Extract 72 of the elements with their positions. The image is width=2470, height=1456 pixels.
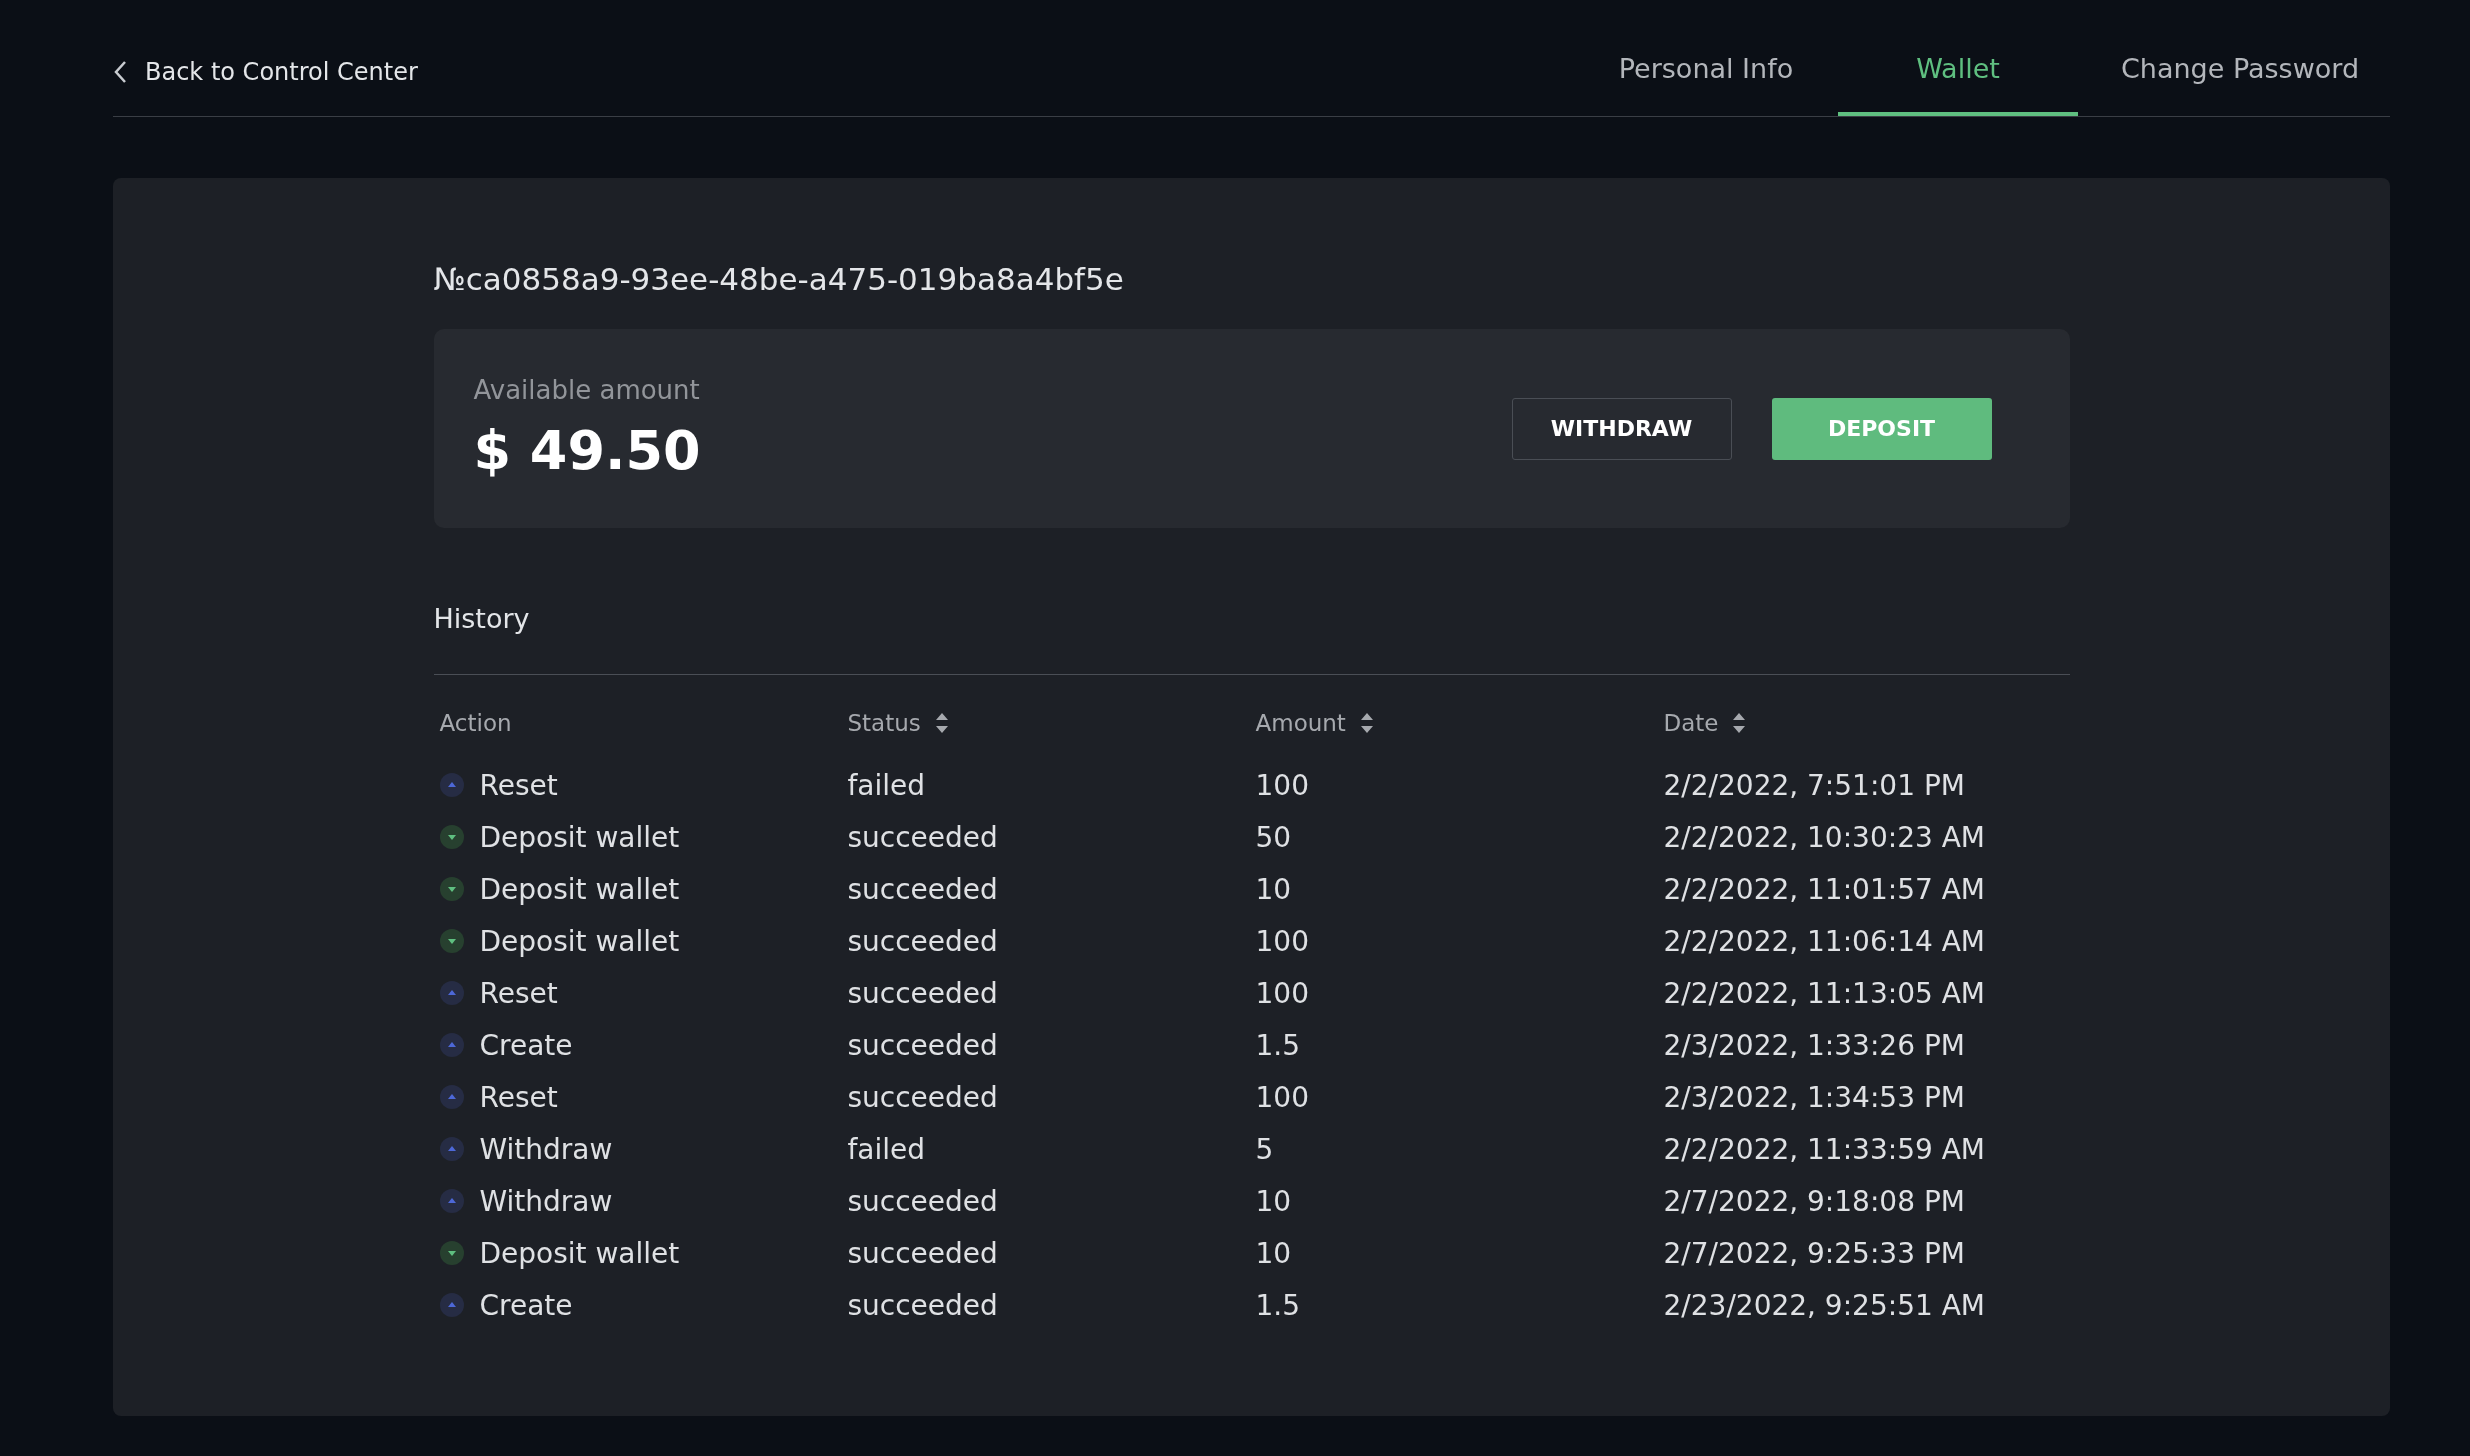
- history-title: History: [433, 603, 2070, 675]
- action-cell: Deposit wallet: [479, 820, 680, 854]
- tab[interactable]: Personal Info: [1586, 53, 1826, 116]
- arrow-down-icon: [439, 825, 464, 849]
- sort-icon[interactable]: [934, 711, 949, 735]
- arrow-up-icon: [439, 1293, 464, 1317]
- action-cell: Reset: [479, 1080, 558, 1114]
- status-cell: succeeded: [847, 1028, 998, 1062]
- arrow-down-icon: [439, 1241, 464, 1265]
- status-cell: succeeded: [847, 976, 998, 1010]
- wallet-id: №ca0858a9-93ee-48be-a475-019ba8a4bf5e: [433, 261, 1125, 297]
- date-cell: 2/7/2022, 9:25:33 PM: [1663, 1236, 1965, 1270]
- back-link[interactable]: Back to Control Center: [113, 58, 418, 116]
- column-header: Status: [847, 710, 921, 736]
- amount-cell: 10: [1255, 1236, 1292, 1270]
- arrow-up-icon: [439, 773, 464, 797]
- status-cell: succeeded: [847, 820, 998, 854]
- amount-cell: 100: [1255, 924, 1309, 958]
- balance-amount: $ 49.50: [473, 419, 701, 482]
- arrow-up-icon: [439, 1033, 464, 1057]
- date-cell: 2/2/2022, 11:13:05 AM: [1663, 976, 1986, 1010]
- arrow-down-icon: [439, 877, 464, 901]
- arrow-up-icon: [439, 981, 464, 1005]
- arrow-down-icon: [439, 929, 464, 953]
- date-cell: 2/2/2022, 7:51:01 PM: [1663, 768, 1965, 802]
- action-cell: Deposit wallet: [479, 872, 680, 906]
- tab[interactable]: Wallet: [1838, 53, 2078, 116]
- status-cell: succeeded: [847, 1080, 998, 1114]
- status-cell: failed: [847, 768, 926, 802]
- tab[interactable]: Change Password: [2090, 53, 2390, 116]
- status-cell: failed: [847, 1132, 926, 1166]
- column-header: Amount: [1255, 710, 1346, 736]
- balance-label: Available amount: [473, 375, 701, 405]
- action-cell: Deposit wallet: [479, 1236, 680, 1270]
- status-cell: succeeded: [847, 1288, 998, 1322]
- arrow-up-icon: [439, 1189, 464, 1213]
- action-cell: Withdraw: [479, 1132, 613, 1166]
- column-header: Action: [439, 710, 512, 736]
- column-header: Date: [1663, 710, 1719, 736]
- status-cell: succeeded: [847, 1236, 998, 1270]
- arrow-up-icon: [439, 1085, 464, 1109]
- date-cell: 2/2/2022, 11:33:59 AM: [1663, 1132, 1986, 1166]
- sort-icon[interactable]: [1359, 711, 1374, 735]
- date-cell: 2/3/2022, 1:33:26 PM: [1663, 1028, 1965, 1062]
- date-cell: 2/2/2022, 11:01:57 AM: [1663, 872, 1986, 906]
- amount-cell: 100: [1255, 976, 1309, 1010]
- amount-cell: 5: [1255, 1132, 1274, 1166]
- arrow-up-icon: [439, 1137, 464, 1161]
- status-cell: succeeded: [847, 924, 998, 958]
- amount-cell: 1.5: [1255, 1288, 1301, 1322]
- status-cell: succeeded: [847, 872, 998, 906]
- date-cell: 2/2/2022, 11:06:14 AM: [1663, 924, 1986, 958]
- action-cell: Reset: [479, 768, 558, 802]
- date-cell: 2/3/2022, 1:34:53 PM: [1663, 1080, 1965, 1114]
- amount-cell: 1.5: [1255, 1028, 1301, 1062]
- action-cell: Withdraw: [479, 1184, 613, 1218]
- action-cell: Create: [479, 1028, 573, 1062]
- status-cell: succeeded: [847, 1184, 998, 1218]
- chevron-left-icon: [113, 60, 127, 84]
- date-cell: 2/7/2022, 9:18:08 PM: [1663, 1184, 1965, 1218]
- action-cell: Deposit wallet: [479, 924, 680, 958]
- date-cell: 2/2/2022, 10:30:23 AM: [1663, 820, 1986, 854]
- amount-cell: 100: [1255, 1080, 1309, 1114]
- action-cell: Create: [479, 1288, 573, 1322]
- withdraw-button[interactable]: WITHDRAW: [1511, 397, 1732, 460]
- amount-cell: 50: [1255, 820, 1292, 854]
- amount-cell: 10: [1255, 872, 1292, 906]
- sort-icon[interactable]: [1732, 711, 1747, 735]
- date-cell: 2/23/2022, 9:25:51 AM: [1663, 1288, 1986, 1322]
- amount-cell: 100: [1255, 768, 1309, 802]
- action-cell: Reset: [479, 976, 558, 1010]
- amount-cell: 10: [1255, 1184, 1292, 1218]
